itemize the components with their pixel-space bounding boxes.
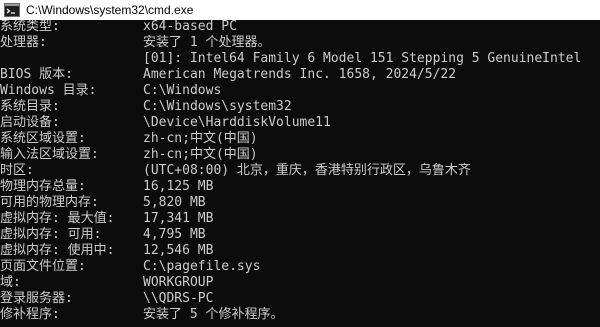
window-title: C:\Windows\system32\cmd.exe (26, 3, 194, 17)
line-value: x64-based PC (143, 20, 237, 34)
line-value: WORKGROUP (143, 275, 214, 290)
line-label: 虚拟内存: 最大值: (0, 211, 115, 226)
line-value: 安装了 1 个处理器。 (143, 35, 271, 50)
line-label: 域: (0, 275, 21, 290)
line-label: 输入法区域设置: (0, 147, 99, 162)
line-value: 12,546 MB (143, 243, 214, 258)
line-label: 虚拟内存: 使用中: (0, 243, 115, 258)
cmd-prompt-icon (4, 2, 20, 18)
line-label: 启动设备: (0, 115, 60, 130)
line-value: C:\Windows\system32 (143, 99, 292, 114)
line-value: zh-cn;中文(中国) (143, 131, 258, 146)
console-output[interactable]: 系统类型: x64-based PC 处理器: 安装了 1 个处理器。 [01]… (0, 20, 600, 327)
line-value: 4,795 MB (143, 227, 206, 242)
line-value: 16,125 MB (143, 179, 214, 194)
line-label: 系统目录: (0, 99, 60, 114)
line-value: \Device\HarddiskVolume11 (143, 115, 331, 130)
line-label: 可用的物理内存: (0, 195, 99, 210)
line-label: 虚拟内存: 可用: (0, 227, 102, 242)
line-label: 系统类型: (0, 20, 60, 34)
line-label: BIOS 版本: (0, 67, 73, 82)
cmd-window: C:\Windows\system32\cmd.exe 系统类型: x64-ba… (0, 0, 600, 327)
line-label: 登录服务器: (0, 291, 73, 306)
line-label: Windows 目录: (0, 83, 97, 98)
title-bar[interactable]: C:\Windows\system32\cmd.exe (0, 0, 600, 20)
line-label: 页面文件位置: (0, 259, 86, 274)
line-value: \\QDRS-PC (143, 291, 214, 306)
line-value: zh-cn;中文(中国) (143, 147, 258, 162)
line-value: 5,820 MB (143, 195, 206, 210)
line-value: C:\pagefile.sys (143, 259, 261, 274)
line-label: 物理内存总量: (0, 179, 86, 194)
line-value: 安装了 5 个修补程序。 (143, 307, 284, 322)
line-value: American Megatrends Inc. 1658, 2024/5/22 (143, 67, 457, 82)
line-label: 修补程序: (0, 307, 60, 322)
line-label: 系统区域设置: (0, 131, 86, 146)
line-value: (UTC+08:00) 北京，重庆，香港特别行政区，乌鲁木齐 (143, 163, 471, 178)
line-value: 17,341 MB (143, 211, 214, 226)
line-label: 处理器: (0, 35, 47, 50)
line-value: [01]: Intel64 Family 6 Model 151 Steppin… (143, 51, 582, 66)
line-label: 时区: (0, 163, 34, 178)
line-value: C:\Windows (143, 83, 222, 98)
